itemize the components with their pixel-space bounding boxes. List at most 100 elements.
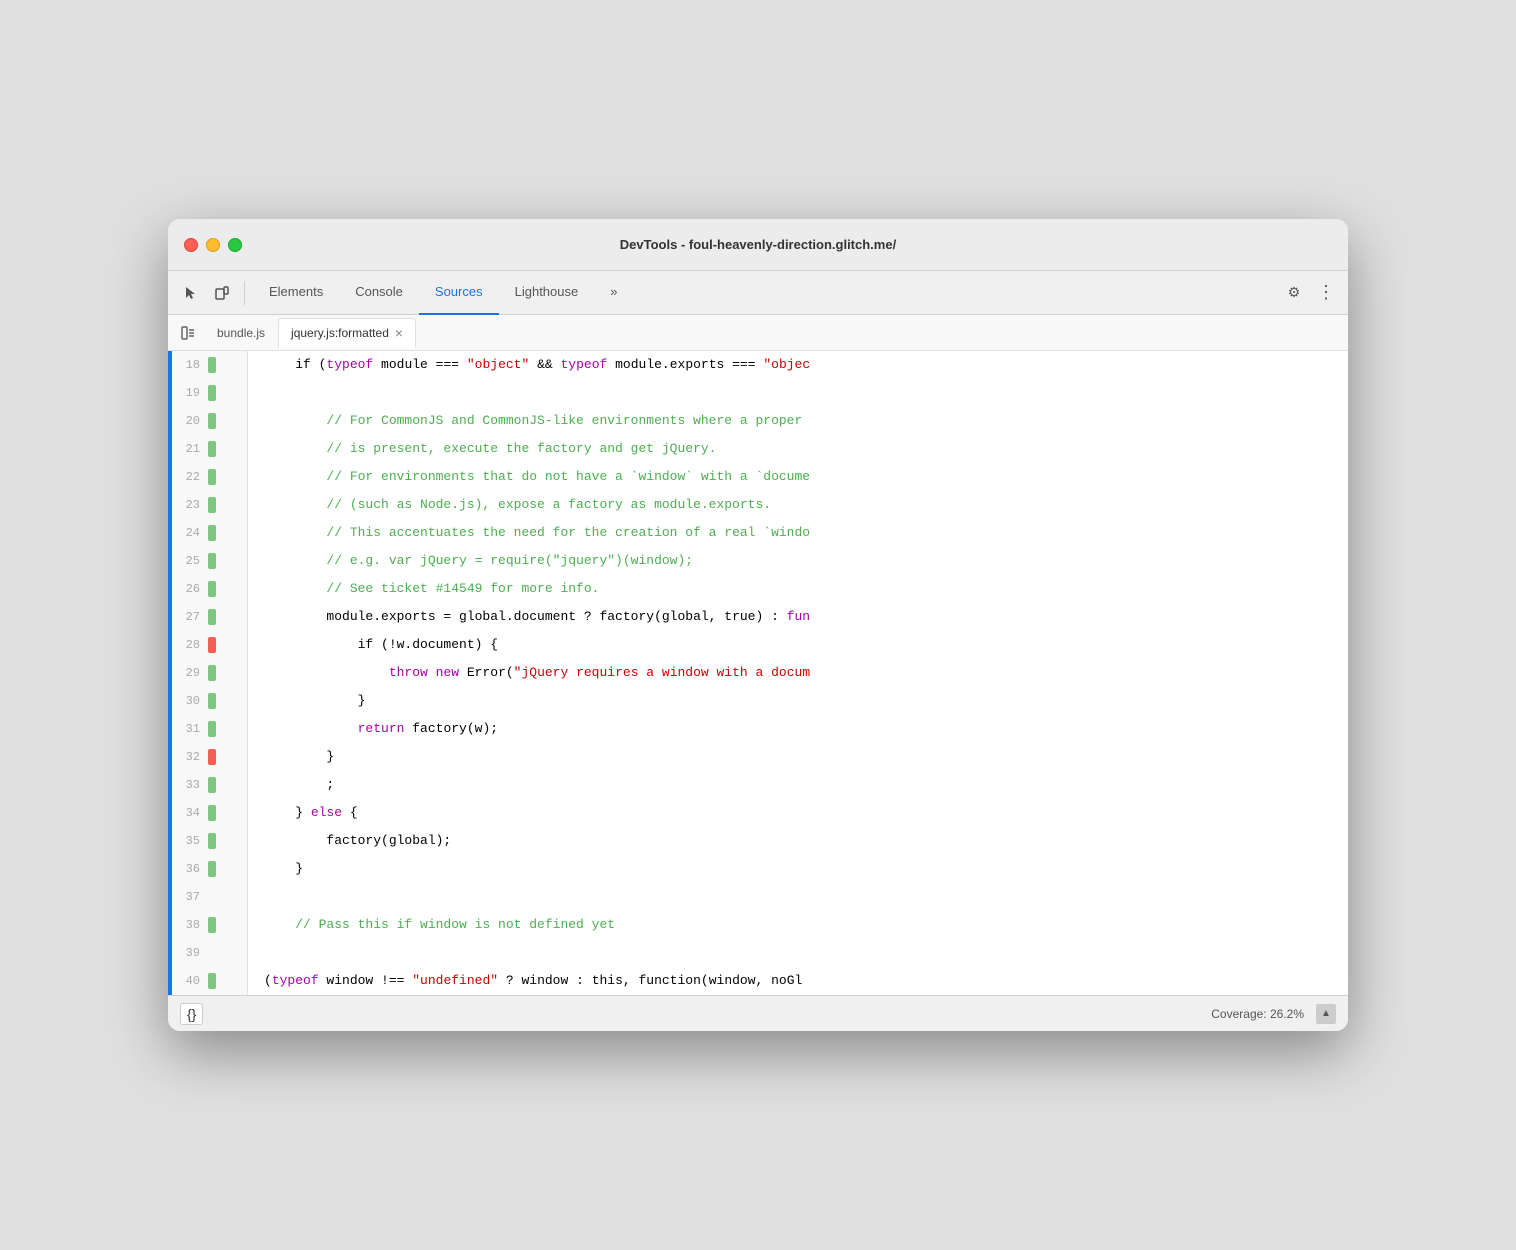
code-line-31: return factory(w); <box>264 715 1348 743</box>
title-bar: DevTools - foul-heavenly-direction.glitc… <box>168 219 1348 271</box>
pretty-print-button[interactable]: {} <box>180 1003 203 1025</box>
code-line-25: // e.g. var jQuery = require("jquery")(w… <box>264 547 1348 575</box>
device-icon[interactable] <box>208 279 236 307</box>
line-row-18: 18 <box>168 351 247 379</box>
coverage-indicator-32 <box>208 749 216 765</box>
code-line-34: } else { <box>264 799 1348 827</box>
line-row-33: 33 <box>168 771 247 799</box>
line-row-31: 31 <box>168 715 247 743</box>
line-row-30: 30 <box>168 687 247 715</box>
line-row-34: 34 <box>168 799 247 827</box>
line-row-39: 39 <box>168 939 247 967</box>
devtools-window: DevTools - foul-heavenly-direction.glitc… <box>168 219 1348 1031</box>
code-line-27: module.exports = global.document ? facto… <box>264 603 1348 631</box>
coverage-indicator-27 <box>208 609 216 625</box>
maximize-button[interactable] <box>228 238 242 252</box>
coverage-indicator-18 <box>208 357 216 373</box>
code-line-18: if (typeof module === "object" && typeof… <box>264 351 1348 379</box>
code-line-23: // (such as Node.js), expose a factory a… <box>264 491 1348 519</box>
tab-elements[interactable]: Elements <box>253 271 339 315</box>
coverage-indicator-39 <box>208 945 216 961</box>
code-line-26: // See ticket #14549 for more info. <box>264 575 1348 603</box>
coverage-indicator-38 <box>208 917 216 933</box>
code-line-35: factory(global); <box>264 827 1348 855</box>
line-row-22: 22 <box>168 463 247 491</box>
more-options-icon[interactable]: ⋮ <box>1312 279 1340 307</box>
coverage-indicator-22 <box>208 469 216 485</box>
line-row-27: 27 <box>168 603 247 631</box>
code-line-36: } <box>264 855 1348 883</box>
code-line-30: } <box>264 687 1348 715</box>
devtools-toolbar: Elements Console Sources Lighthouse » ⚙ … <box>168 271 1348 315</box>
coverage-indicator-35 <box>208 833 216 849</box>
line-row-35: 35 <box>168 827 247 855</box>
line-row-37: 37 <box>168 883 247 911</box>
coverage-label: Coverage: 26.2% <box>1211 1007 1304 1021</box>
code-line-39 <box>264 939 1348 967</box>
coverage-indicator-28 <box>208 637 216 653</box>
line-number-gutter: 18 19 20 21 22 23 <box>168 351 248 995</box>
coverage-indicator-29 <box>208 665 216 681</box>
code-line-33: ; <box>264 771 1348 799</box>
coverage-indicator-33 <box>208 777 216 793</box>
code-editor[interactable]: if (typeof module === "object" && typeof… <box>248 351 1348 995</box>
coverage-indicator-40 <box>208 973 216 989</box>
file-tab-close-icon[interactable]: × <box>395 326 403 340</box>
cursor-icon[interactable] <box>176 279 204 307</box>
line-row-26: 26 <box>168 575 247 603</box>
code-line-40: (typeof window !== "undefined" ? window … <box>264 967 1348 995</box>
tab-console[interactable]: Console <box>339 271 419 315</box>
coverage-indicator-37 <box>208 889 216 905</box>
close-button[interactable] <box>184 238 198 252</box>
coverage-indicator-36 <box>208 861 216 877</box>
coverage-indicator-25 <box>208 553 216 569</box>
code-line-29: throw new Error("jQuery requires a windo… <box>264 659 1348 687</box>
editor-area: 18 19 20 21 22 23 <box>168 351 1348 995</box>
line-row-20: 20 <box>168 407 247 435</box>
coverage-indicator-20 <box>208 413 216 429</box>
coverage-indicator-19 <box>208 385 216 401</box>
line-row-23: 23 <box>168 491 247 519</box>
coverage-indicator-21 <box>208 441 216 457</box>
code-line-28: if (!w.document) { <box>264 631 1348 659</box>
minimize-button[interactable] <box>206 238 220 252</box>
line-row-36: 36 <box>168 855 247 883</box>
line-row-24: 24 <box>168 519 247 547</box>
tab-more[interactable]: » <box>594 271 633 315</box>
window-title: DevTools - foul-heavenly-direction.glitc… <box>620 237 896 252</box>
coverage-indicator-30 <box>208 693 216 709</box>
tab-lighthouse[interactable]: Lighthouse <box>499 271 595 315</box>
coverage-indicator-26 <box>208 581 216 597</box>
file-tab-jquery[interactable]: jquery.js:formatted × <box>278 318 416 348</box>
main-tab-list: Elements Console Sources Lighthouse » <box>253 271 1276 315</box>
line-row-38: 38 <box>168 911 247 939</box>
bottom-bar: {} Coverage: 26.2% ▲ <box>168 995 1348 1031</box>
code-line-37 <box>264 883 1348 911</box>
file-tab-bundle[interactable]: bundle.js <box>204 318 278 348</box>
code-line-32: } <box>264 743 1348 771</box>
scroll-up-button[interactable]: ▲ <box>1316 1004 1336 1024</box>
line-row-32: 32 <box>168 743 247 771</box>
toolbar-right: ⚙ ⋮ <box>1280 279 1340 307</box>
line-row-25: 25 <box>168 547 247 575</box>
code-line-24: // This accentuates the need for the cre… <box>264 519 1348 547</box>
coverage-indicator-34 <box>208 805 216 821</box>
code-line-38: // Pass this if window is not defined ye… <box>264 911 1348 939</box>
file-tabs: bundle.js jquery.js:formatted × <box>168 315 1348 351</box>
traffic-lights <box>184 238 242 252</box>
line-row-28: 28 <box>168 631 247 659</box>
coverage-indicator-31 <box>208 721 216 737</box>
code-line-22: // For environments that do not have a `… <box>264 463 1348 491</box>
code-line-20: // For CommonJS and CommonJS-like enviro… <box>264 407 1348 435</box>
tab-sources[interactable]: Sources <box>419 271 499 315</box>
code-line-19 <box>264 379 1348 407</box>
file-tree-toggle[interactable] <box>172 319 204 347</box>
line-row-40: 40 <box>168 967 247 995</box>
coverage-indicator-24 <box>208 525 216 541</box>
code-line-21: // is present, execute the factory and g… <box>264 435 1348 463</box>
line-row-19: 19 <box>168 379 247 407</box>
line-row-21: 21 <box>168 435 247 463</box>
toolbar-divider <box>244 281 245 305</box>
bottom-left: {} <box>180 1003 203 1025</box>
settings-icon[interactable]: ⚙ <box>1280 279 1308 307</box>
